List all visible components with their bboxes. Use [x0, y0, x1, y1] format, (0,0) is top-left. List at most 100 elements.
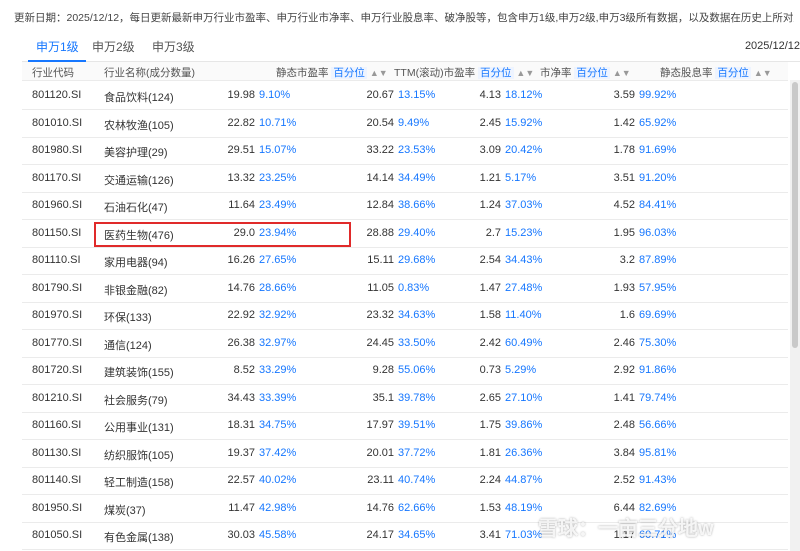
update-notice: 更新日期：2025/12/12，每日更新最新申万行业市盈率、申万行业市净率、申万… [14, 12, 794, 24]
cell-pe: 19.37 [227, 446, 255, 459]
cell-pe: 26.38 [227, 336, 255, 349]
sort-icon[interactable]: ▲▼ [613, 68, 631, 78]
cell-dy-pct: 91.20% [639, 171, 677, 184]
sort-icon[interactable]: ▲▼ [754, 68, 772, 78]
cell-ttm: 35.1 [372, 391, 394, 404]
cell-ttm: 9.28 [372, 364, 394, 376]
table-row[interactable]: 801130.SI 纺织服饰(105) 19.37 37.42% 20.01 37.72%… [22, 440, 788, 468]
cell-code: 801050.SI [32, 529, 83, 541]
cell-name: 建筑装饰(155) [104, 367, 174, 379]
cell-ttm: 24.45 [366, 336, 394, 349]
cell-name: 轻工制造(158) [104, 477, 174, 489]
cell-pb: 2.54 [479, 254, 501, 266]
cell-pe-pct: 23.49% [259, 199, 297, 211]
cell-ttm: 14.14 [366, 171, 394, 184]
table-row[interactable]: 801120.SI 食品饮料(124) 19.98 9.10% 20.67 13.15% 4… [22, 82, 788, 110]
table-row[interactable]: 801790.SI 非银金融(82) 14.76 28.66% 11.05 0.83% 1.… [22, 275, 788, 303]
cell-code: 801120.SI [32, 89, 82, 101]
cell-pe: 19.98 [227, 89, 255, 101]
cell-ttm-pct: 33.50% [398, 336, 436, 349]
header-dy-label: 静态股息率 [660, 67, 713, 79]
table-row[interactable]: 801960.SI 石油石化(47) 11.64 23.49% 12.84 38.66% 1… [22, 192, 788, 220]
header-pb[interactable]: 市净率 百分位 ▲▼ [540, 65, 631, 80]
level-tabs: 申万1级 申万2级 申万3级 2025/12/12 [22, 35, 800, 62]
cell-ttm-pct: 38.66% [398, 199, 436, 211]
cell-pb-pct: 27.10% [505, 391, 543, 404]
cell-pb: 1.24 [479, 199, 501, 211]
header-dy[interactable]: 静态股息率 百分位 ▲▼ [660, 65, 772, 80]
cell-pe: 22.57 [227, 474, 255, 486]
header-ttm[interactable]: TTM(滚动)市盈率 百分位 ▲▼ [394, 65, 534, 80]
cell-pb: 0.73 [479, 364, 501, 376]
cell-ttm: 20.67 [366, 89, 394, 101]
cell-pb-pct: 5.29% [505, 364, 537, 376]
cell-dy-pct: 87.89% [639, 254, 677, 266]
table-row[interactable]: 801770.SI 通信(124) 26.38 32.97% 24.45 33.50% 2.… [22, 330, 788, 358]
cell-dy: 2.52 [613, 474, 635, 486]
cell-ttm: 20.01 [366, 446, 394, 459]
cell-pb: 1.58 [479, 309, 501, 321]
scrollbar[interactable] [790, 80, 800, 551]
cell-name: 交通运输(126) [104, 174, 174, 187]
table-row[interactable]: 801110.SI 家用电器(94) 16.26 27.65% 15.11 29.68% 2… [22, 247, 788, 275]
cell-ttm: 17.97 [366, 419, 394, 431]
cell-dy-pct: 96.03% [639, 226, 677, 239]
cell-ttm-pct: 29.68% [398, 254, 436, 266]
header-pe-label: 静态市盈率 [276, 67, 329, 79]
cell-pe: 14.76 [227, 281, 255, 294]
table-row[interactable]: 801970.SI 环保(133) 22.92 32.92% 23.32 34.63% 1.… [22, 302, 788, 330]
header-pb-label: 市净率 [540, 67, 572, 79]
scrollbar-thumb[interactable] [792, 82, 798, 348]
header-ttm-label: TTM(滚动)市盈率 [394, 67, 476, 79]
table-row[interactable]: 801170.SI 交通运输(126) 13.32 23.25% 14.14 34.49%… [22, 165, 788, 193]
table-row[interactable]: 801720.SI 建筑装饰(155) 8.52 33.29% 9.28 55.06% 0.… [22, 357, 788, 385]
cell-ttm: 24.17 [366, 529, 394, 541]
table-row[interactable]: 801150.SI 医药生物(476) 29.0 23.94% 28.88 29.40% 2… [22, 220, 788, 248]
cell-pe: 34.43 [227, 391, 255, 404]
cell-pb-pct: 27.48% [505, 281, 543, 294]
cell-ttm: 23.32 [366, 309, 394, 321]
watermark: 雪球：一亩三分地w [538, 518, 714, 540]
cell-dy-pct: 75.30% [639, 336, 677, 349]
cell-pe: 22.82 [227, 116, 255, 129]
tab-sw-level3[interactable]: 申万3级 [152, 38, 195, 55]
tab-sw-level1[interactable]: 申万1级 [36, 38, 79, 55]
tab-sw-level2[interactable]: 申万2级 [92, 38, 135, 55]
cell-pe-pct: 32.97% [259, 336, 297, 349]
cell-ttm-pct: 9.49% [398, 116, 430, 129]
cell-ttm: 15.11 [367, 254, 394, 266]
cell-pe-pct: 42.98% [259, 501, 297, 514]
cell-ttm: 11.05 [367, 281, 394, 294]
cell-name: 石油石化(47) [104, 202, 168, 214]
table-row[interactable]: 801140.SI 轻工制造(158) 22.57 40.02% 23.11 40.74%… [22, 467, 788, 495]
cell-dy: 2.46 [613, 336, 635, 349]
header-pe[interactable]: 静态市盈率 百分位 ▲▼ [276, 65, 388, 80]
cell-pb-pct: 18.12% [505, 89, 543, 101]
sort-icon[interactable]: ▲▼ [516, 68, 534, 78]
table-row[interactable]: 801160.SI 公用事业(131) 18.31 34.75% 17.97 39.51%… [22, 412, 788, 440]
header-code: 行业代码 [32, 67, 74, 79]
cell-pe-pct: 9.10% [259, 89, 291, 101]
cell-code: 801010.SI [32, 116, 83, 129]
cell-dy: 1.78 [613, 144, 635, 156]
cell-name: 环保(133) [104, 312, 152, 324]
table-row[interactable]: 801010.SI 农林牧渔(105) 22.82 10.71% 20.54 9.49% 2… [22, 110, 788, 138]
cell-code: 801770.SI [32, 336, 83, 349]
cell-dy-pct: 79.74% [639, 391, 677, 404]
cell-pb-pct: 34.43% [505, 254, 543, 266]
cell-dy-pct: 57.95% [639, 281, 677, 294]
cell-dy: 4.52 [613, 199, 635, 211]
cell-ttm-pct: 40.74% [398, 474, 436, 486]
table-row[interactable]: 801980.SI 美容护理(29) 29.51 15.07% 33.22 23.53% 3… [22, 137, 788, 165]
table-row[interactable]: 801210.SI 社会服务(79) 34.43 33.39% 35.1 39.78% 2.… [22, 385, 788, 413]
cell-pb-pct: 60.49% [505, 336, 543, 349]
data-date: 2025/12/12 [744, 40, 800, 52]
cell-pe-pct: 32.92% [259, 309, 297, 321]
cell-code: 801160.SI [32, 419, 82, 431]
cell-pe-pct: 15.07% [259, 144, 297, 156]
cell-dy: 1.42 [613, 116, 635, 129]
cell-name: 公用事业(131) [104, 422, 174, 434]
sort-icon[interactable]: ▲▼ [370, 68, 388, 78]
cell-name: 家用电器(94) [104, 257, 168, 269]
cell-pb: 2.42 [479, 336, 501, 349]
